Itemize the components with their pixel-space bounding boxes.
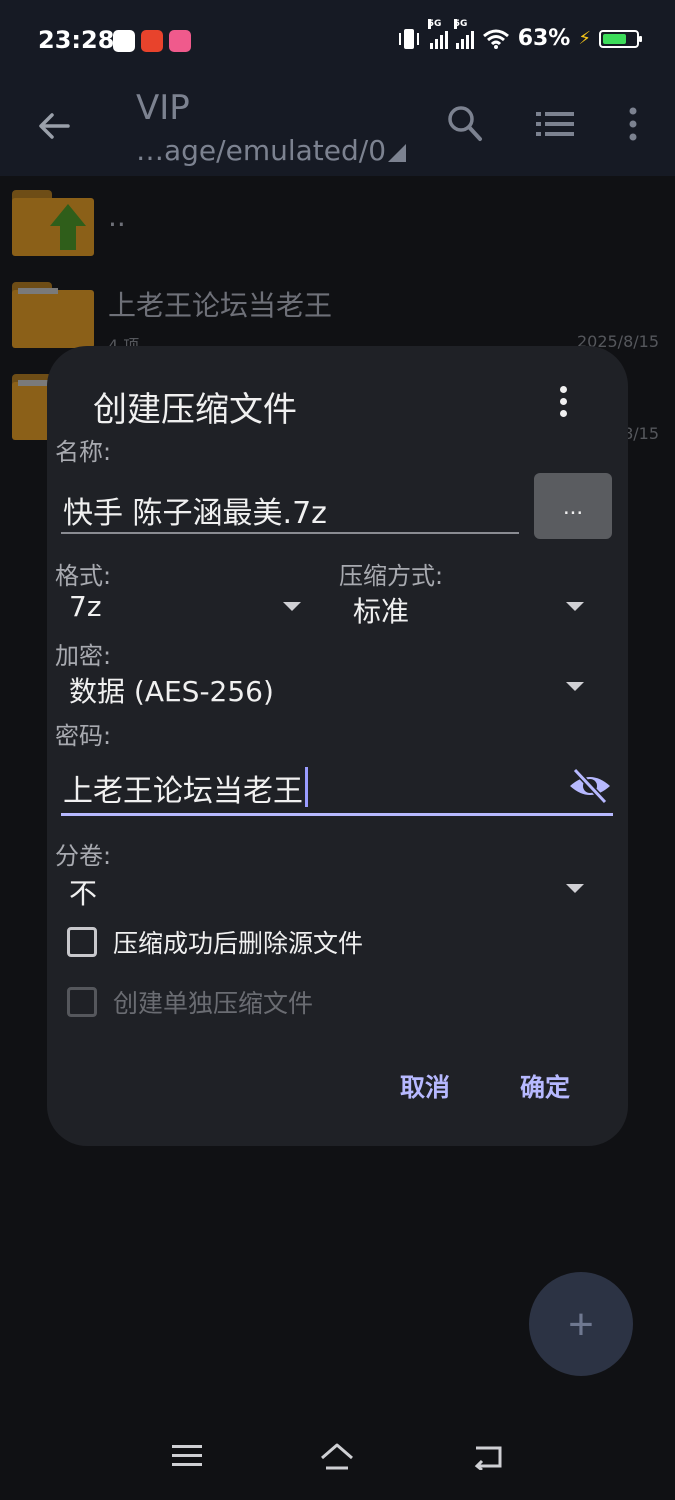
create-archive-dialog: 创建压缩文件 名称: 快手 陈子涵最美.7z ... 格式: 压缩方式: 7z … xyxy=(47,346,628,1146)
method-select[interactable]: 标准 xyxy=(353,590,409,630)
separate-archives-option: 创建单独压缩文件 xyxy=(67,984,313,1020)
format-label: 格式: xyxy=(55,562,112,590)
status-time: 23:28 xyxy=(38,26,115,54)
app-toolbar: VIP …age/emulated/0 xyxy=(0,84,675,176)
name-input-underline xyxy=(61,532,519,534)
name-input[interactable]: 快手 陈子涵最美.7z xyxy=(63,488,327,532)
file-name: .. xyxy=(108,200,126,233)
split-dropdown-icon[interactable] xyxy=(566,884,584,893)
add-fab-button[interactable]: + xyxy=(529,1272,633,1376)
status-right: 5G 5G 63% ⚡ xyxy=(396,18,642,51)
app-baidu-icon xyxy=(113,30,135,52)
separate-archives-label: 创建单独压缩文件 xyxy=(113,989,314,1018)
method-label: 压缩方式: xyxy=(339,562,444,590)
battery-icon xyxy=(599,29,642,48)
file-row-parent[interactable]: .. xyxy=(0,186,675,276)
status-bar: 23:28 5G 5G 63% ⚡ xyxy=(0,0,675,84)
system-nav-bar xyxy=(0,1414,675,1500)
folder-icon xyxy=(12,282,94,348)
password-label: 密码: xyxy=(55,722,112,750)
app-bilibili-icon xyxy=(169,30,191,52)
file-name: 上老王论坛当老王 xyxy=(108,289,333,322)
wifi-icon xyxy=(482,29,509,49)
format-dropdown-icon[interactable] xyxy=(283,602,301,611)
folder-up-icon xyxy=(12,190,94,256)
back-nav-icon[interactable] xyxy=(472,1444,504,1470)
encrypt-select[interactable]: 数据 (AES-256) xyxy=(69,670,274,710)
back-arrow-icon[interactable] xyxy=(34,106,74,146)
method-dropdown-icon[interactable] xyxy=(566,602,584,611)
format-select[interactable]: 7z xyxy=(69,590,102,623)
dialog-title: 创建压缩文件 xyxy=(93,390,297,430)
search-icon[interactable] xyxy=(446,104,484,144)
path-dropdown-icon xyxy=(388,144,407,162)
path-text: …age/emulated/0 xyxy=(136,134,387,167)
vibrate-icon xyxy=(398,28,419,49)
list-view-icon[interactable] xyxy=(536,110,574,138)
cancel-button[interactable]: 取消 xyxy=(400,1068,450,1104)
menu-nav-icon[interactable] xyxy=(172,1444,202,1468)
notification-icons xyxy=(113,30,191,52)
dialog-more-icon[interactable] xyxy=(560,386,568,422)
name-label: 名称: xyxy=(55,438,112,466)
password-input[interactable]: 上老王论坛当老王 xyxy=(63,766,308,810)
file-date: 8/15 xyxy=(623,424,659,443)
password-text: 上老王论坛当老王 xyxy=(63,774,303,809)
toolbar-path[interactable]: …age/emulated/0 xyxy=(136,134,407,167)
battery-percent: 63% xyxy=(517,26,571,51)
browse-button[interactable]: ... xyxy=(534,473,612,539)
text-cursor xyxy=(305,767,308,807)
split-select[interactable]: 不 xyxy=(69,872,97,912)
signal-icon: 5G xyxy=(427,18,448,49)
visibility-off-icon[interactable] xyxy=(567,766,613,806)
delete-source-label: 压缩成功后删除源文件 xyxy=(113,929,364,958)
charging-icon: ⚡ xyxy=(578,28,591,49)
encrypt-dropdown-icon[interactable] xyxy=(566,682,584,691)
app-pinduoduo-icon xyxy=(141,30,163,52)
password-input-underline xyxy=(61,813,613,816)
delete-source-checkbox[interactable] xyxy=(67,927,97,957)
delete-source-option[interactable]: 压缩成功后删除源文件 xyxy=(67,924,363,960)
separate-archives-checkbox xyxy=(67,987,97,1017)
ok-button[interactable]: 确定 xyxy=(520,1068,570,1104)
signal-icon-2: 5G xyxy=(453,18,474,49)
encrypt-label: 加密: xyxy=(55,642,112,670)
toolbar-title: VIP xyxy=(136,88,190,128)
home-nav-icon[interactable] xyxy=(319,1442,355,1472)
more-options-icon[interactable] xyxy=(626,106,640,142)
split-label: 分卷: xyxy=(55,842,112,870)
